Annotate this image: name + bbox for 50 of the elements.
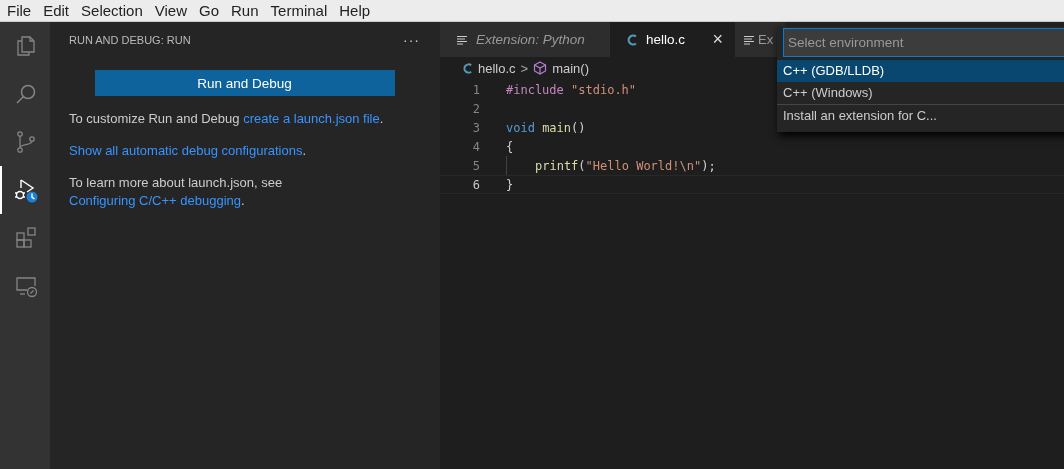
breadcrumb-item[interactable]: hello.c bbox=[478, 60, 516, 76]
help-text: . bbox=[241, 193, 245, 208]
menu-item[interactable]: Edit bbox=[38, 2, 77, 19]
code-line: } bbox=[506, 177, 514, 192]
lines-icon bbox=[743, 33, 755, 46]
search-field[interactable]: Select environment bbox=[783, 28, 1064, 57]
editor-tab[interactable]: hello.c × bbox=[610, 22, 735, 57]
breadcrumb-item[interactable]: main() bbox=[552, 60, 589, 76]
run-and-debug-button[interactable]: Run and Debug bbox=[94, 70, 395, 96]
link[interactable]: create a launch.json file bbox=[243, 111, 380, 126]
menu-item[interactable]: Terminal bbox=[265, 2, 335, 19]
c-file-icon bbox=[462, 61, 473, 75]
lines-icon bbox=[456, 33, 468, 46]
extensions-icon bbox=[14, 226, 38, 250]
debug-icon bbox=[13, 177, 39, 203]
sidebar-title: RUN AND DEBUG: RUN bbox=[69, 34, 191, 46]
line-number: 4 bbox=[471, 139, 480, 154]
link[interactable]: Configuring C/C++ debugging bbox=[69, 193, 241, 208]
help-text: . bbox=[379, 111, 384, 126]
branch-icon bbox=[14, 130, 38, 154]
line-number: 3 bbox=[471, 120, 480, 135]
line-number: 1 bbox=[471, 82, 480, 97]
menu-item[interactable]: Run bbox=[226, 2, 266, 19]
code-line: { bbox=[506, 139, 514, 154]
breadcrumb-separator: > bbox=[520, 60, 529, 76]
line-number: 2 bbox=[471, 101, 480, 116]
files-icon bbox=[14, 34, 38, 58]
help-text: To customize Run and Debug bbox=[69, 111, 241, 126]
line-number: 5 bbox=[471, 158, 480, 173]
menu-item[interactable]: File bbox=[2, 2, 39, 19]
help-text: To learn more about launch.json, see bbox=[69, 175, 283, 190]
menu-item[interactable]: View bbox=[149, 2, 194, 19]
code-line: void main() bbox=[506, 120, 586, 135]
quick-pick-item[interactable]: Install an extension for C... bbox=[777, 104, 1064, 128]
c-file-icon bbox=[626, 32, 638, 47]
line-number: 6 bbox=[471, 177, 480, 192]
search-icon bbox=[14, 82, 38, 106]
code-line: #include "stdio.h" bbox=[506, 82, 637, 97]
editor-tab[interactable]: Extension: Python bbox=[440, 22, 610, 57]
help-text: . bbox=[302, 143, 307, 158]
code-line: printf("Hello World!\n"); bbox=[535, 158, 716, 173]
cube-icon bbox=[533, 61, 548, 75]
quick-pick-item[interactable]: C++ (GDB/LLDB) bbox=[777, 60, 1064, 82]
quick-pick-item[interactable]: C++ (Windows) bbox=[777, 82, 1064, 104]
menu-item[interactable]: Help bbox=[334, 2, 378, 19]
more-actions-button[interactable]: ··· bbox=[403, 32, 420, 48]
close-icon[interactable]: × bbox=[712, 29, 723, 50]
menu-item[interactable]: Selection bbox=[76, 2, 150, 19]
menu-item[interactable]: Go bbox=[194, 2, 226, 19]
remote-icon bbox=[14, 274, 38, 298]
